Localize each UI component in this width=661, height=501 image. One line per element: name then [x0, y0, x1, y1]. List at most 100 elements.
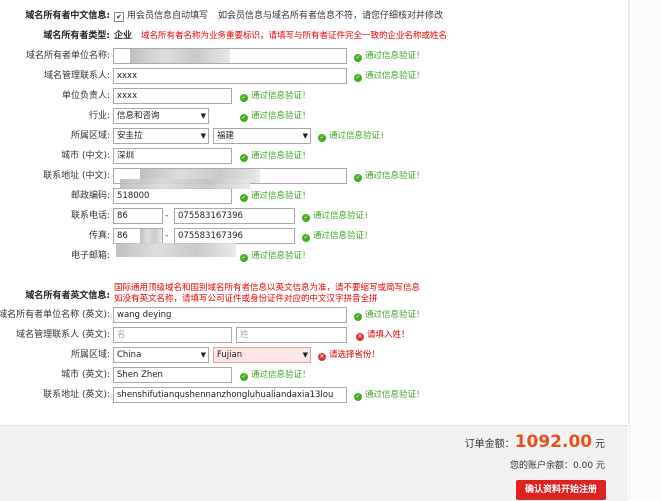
admin-row: 域名管理联系人: xxxx ✓ 通过信息验证！ — [0, 67, 628, 85]
email-ok: ✓ 通过信息验证！ — [240, 251, 311, 262]
chevron-down-icon: ▼ — [200, 132, 206, 140]
phone-dash: - — [165, 211, 169, 221]
en-note: 国际通用顶级域名和国别域名所有者信息以英文信息为准，请不要缩写或简写信息 如没有… — [114, 283, 420, 305]
check-icon: ✓ — [354, 74, 362, 82]
region-label: 所属区域: — [70, 131, 110, 141]
en-org-input[interactable]: wang deying — [113, 307, 347, 323]
admin-ok: ✓ 通过信息验证！ — [354, 71, 425, 82]
chevron-down-icon: ▼ — [302, 351, 308, 359]
check-icon: ✓ — [240, 154, 248, 162]
order-total: 订单金额：1092.00 元 — [465, 432, 605, 452]
account-balance: 您的账户余额：0.00 元 — [510, 458, 605, 471]
zip-row: 邮政编码: 518000 ✓ 通过信息验证！ — [0, 179, 628, 205]
chevron-down-icon: ▼ — [200, 351, 206, 359]
chevron-down-icon: ▼ — [302, 132, 308, 140]
industry-ok: ✓ 通过信息验证！ — [240, 111, 311, 122]
address-ok: ✓ 通过信息验证！ — [354, 171, 425, 182]
en-address-input[interactable]: shenshifutianqushennanzhongluhualiandaxi… — [113, 387, 347, 403]
city-label: 城市 (中文): — [61, 151, 110, 161]
en-region-row: 所属区域: China ▼ Fujian ▼ ✕ 请选择省份！ — [0, 346, 628, 364]
order-amount-label: 订单金额： — [464, 439, 515, 450]
cn-section-header: 域名所有者中文信息: ✔ 用会员信息自动填写 如会员信息与域名所有者信息不符，请您… — [0, 7, 628, 25]
en-note-line1: 国际通用顶级域名和国别域名所有者信息以英文信息为准，请不要缩写或简写信息 — [114, 283, 421, 293]
check-icon: ✓ — [354, 54, 362, 62]
owner-type-note: 域名所有者名称为业务重要标识，请填写与所有者证件完全一致的企业名称或姓名 — [141, 31, 448, 41]
owner-type-row: 域名所有者类型: 企业 域名所有者名称为业务重要标识，请填写与所有者证件完全一致… — [0, 27, 628, 45]
phone-ok: ✓ 通过信息验证！ — [302, 211, 373, 222]
owner-type-label: 域名所有者类型: — [43, 31, 110, 41]
balance-value: 0.00 — [573, 461, 594, 471]
redacted-text — [130, 49, 230, 63]
industry-select[interactable]: 信息和咨询 ▼ — [113, 108, 209, 124]
phone-row: 联系电话: 86 - 075583167396 ✓ 通过信息验证！ — [0, 207, 628, 225]
city-row: 城市 (中文): 深圳 ✓ 通过信息验证！ — [0, 147, 628, 165]
scrollbar[interactable] — [629, 0, 661, 500]
fax-label: 传真: — [88, 231, 110, 241]
admin-input[interactable]: xxxx — [113, 68, 347, 84]
use-member-checkbox[interactable]: ✔ — [114, 12, 124, 22]
en-region-province-select[interactable]: Fujian ▼ — [213, 347, 311, 363]
en-region-label: 所属区域: — [70, 350, 110, 360]
en-contact-error: ✕ 请填入姓！ — [356, 330, 410, 341]
en-note-line2: 如没有英文名称，请填写公司证件或身份证件对应的中文汉字拼音全拼 — [114, 294, 378, 304]
order-amount: 1092.00 — [514, 432, 593, 452]
zip-input[interactable]: 518000 — [113, 188, 232, 204]
redacted-text — [120, 179, 250, 189]
en-region-country-select[interactable]: China ▼ — [113, 347, 209, 363]
check-icon: ✓ — [354, 393, 362, 401]
use-member-label: 用会员信息自动填写 — [127, 11, 209, 21]
en-city-input[interactable]: Shen Zhen — [113, 367, 232, 383]
org-label: 域名所有者单位名称: — [25, 51, 110, 61]
en-contact-last-input[interactable]: 姓 — [236, 327, 347, 343]
industry-label: 行业: — [88, 111, 110, 121]
close-icon: ✕ — [356, 333, 364, 341]
use-member-hint: 如会员信息与域名所有者信息不符，请您仔细核对并修改 — [218, 11, 444, 21]
fax-row: 传真: 86 - 075583167396 ✓ 通过信息验证！ — [0, 227, 628, 245]
en-org-ok: ✓ 通过信息验证！ — [354, 310, 425, 321]
region-row: 所属区域: 安圭拉 ▼ 福建 ▼ ✓ 通过信息验证！ — [0, 127, 628, 145]
en-contact-row: 域名管理联系人 (英文): 名 姓 ✕ 请填入姓！ — [0, 326, 628, 344]
org-ok: ✓ 通过信息验证！ — [354, 51, 425, 62]
chevron-down-icon: ▼ — [200, 112, 206, 120]
en-contact-label: 域名管理联系人 (英文): — [16, 330, 110, 340]
redacted-text — [116, 243, 236, 257]
en-section-title: 域名所有者英文信息: — [25, 291, 110, 301]
region-country-select[interactable]: 安圭拉 ▼ — [113, 128, 209, 144]
cn-section-title: 域名所有者中文信息: — [25, 11, 110, 21]
en-city-label: 城市 (英文): — [61, 370, 110, 380]
submit-register-button[interactable]: 确认资料开始注册 — [516, 480, 606, 500]
phone-number-input[interactable]: 075583167396 — [174, 208, 295, 224]
phone-code-input[interactable]: 86 — [113, 208, 163, 224]
check-icon: ✓ — [302, 214, 310, 222]
balance-currency: 元 — [595, 461, 605, 471]
fax-ok: ✓ 通过信息验证！ — [302, 231, 373, 242]
redacted-text — [140, 229, 162, 243]
industry-row: 行业: 信息和咨询 ▼ ✓ 通过信息验证！ — [0, 107, 628, 125]
en-contact-first-input[interactable]: 名 — [113, 327, 232, 343]
region-province-select[interactable]: 福建 ▼ — [213, 128, 311, 144]
en-region-error: ✕ 请选择省份！ — [318, 350, 381, 361]
principal-ok: ✓ 通过信息验证！ — [240, 91, 311, 102]
city-ok: ✓ 通过信息验证！ — [240, 151, 311, 162]
en-address-row: 联系地址 (英文): shenshifutianqushennanzhonglu… — [0, 386, 628, 404]
org-row: 域名所有者单位名称: ✓ 通过信息验证！ — [0, 47, 628, 65]
principal-input[interactable]: xxxx — [113, 88, 232, 104]
use-member-checkbox-wrap[interactable]: ✔ 用会员信息自动填写 — [114, 7, 208, 25]
city-input[interactable]: 深圳 — [113, 148, 232, 164]
check-icon: ✓ — [240, 194, 248, 202]
check-icon: ✓ — [318, 134, 326, 142]
principal-label: 单位负责人: — [61, 91, 110, 101]
phone-label: 联系电话: — [70, 211, 110, 221]
check-icon: ✓ — [240, 254, 248, 262]
check-icon: ✓ — [302, 234, 310, 242]
check-icon: ✓ — [240, 114, 248, 122]
email-row: 电子邮箱: ✓ 通过信息验证！ — [0, 243, 628, 265]
zip-label: 邮政编码: — [70, 191, 110, 201]
en-address-label: 联系地址 (英文): — [43, 390, 110, 400]
address-label: 联系地址 (中文): — [43, 171, 110, 181]
en-address-ok: ✓ 通过信息验证！ — [354, 390, 425, 401]
check-icon: ✓ — [354, 313, 362, 321]
admin-label: 域名管理联系人: — [43, 71, 110, 81]
fax-number-input[interactable]: 075583167396 — [174, 228, 295, 244]
check-icon: ✓ — [240, 373, 248, 381]
